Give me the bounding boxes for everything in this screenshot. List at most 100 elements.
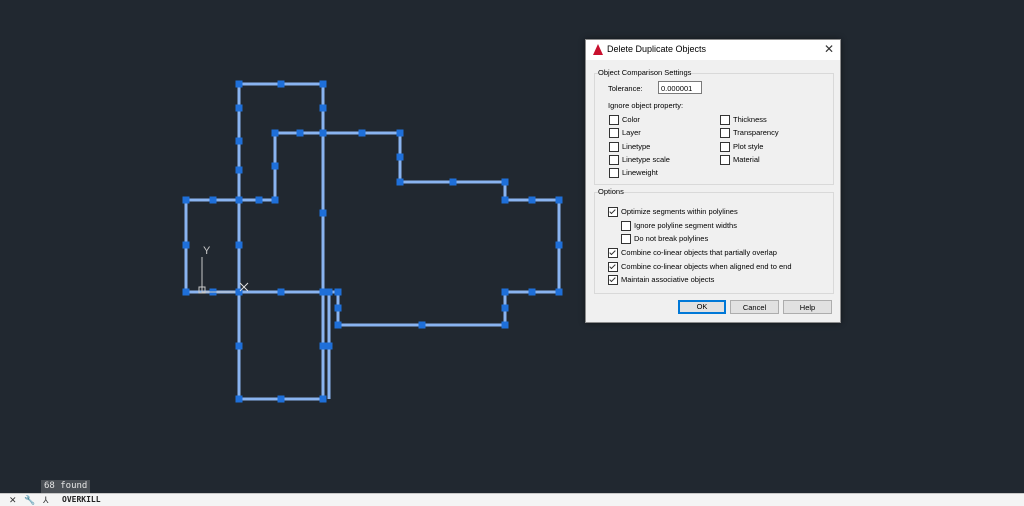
options-label: Options	[598, 187, 624, 196]
grip-point[interactable]	[296, 129, 304, 137]
grip-point[interactable]	[555, 288, 563, 296]
checkbox-label: Ignore polyline segment widths	[634, 221, 737, 230]
grip-point[interactable]	[325, 342, 333, 350]
grip-point[interactable]	[319, 104, 327, 112]
grip-point[interactable]	[334, 304, 342, 312]
checkbox-label: Do not break polylines	[634, 234, 709, 243]
grip-point[interactable]	[334, 321, 342, 329]
autocad-logo-icon	[593, 44, 603, 55]
checkbox-label: Combine co-linear objects when aligned e…	[621, 262, 792, 271]
command-text: OVERKILL	[62, 495, 101, 504]
grip-point[interactable]	[235, 342, 243, 350]
checkbox-label: Linetype scale	[622, 154, 670, 164]
tolerance-label: Tolerance:	[608, 84, 643, 93]
delete-duplicate-objects-dialog: Delete Duplicate Objects ✕ Object Compar…	[585, 39, 841, 323]
grip-point[interactable]	[277, 80, 285, 88]
checkbox-label: Optimize segments within polylines	[621, 207, 738, 216]
grip-point[interactable]	[182, 241, 190, 249]
grip-point[interactable]	[182, 288, 190, 296]
checkbox-label: Lineweight	[622, 168, 658, 178]
comparison-settings-label: Object Comparison Settings	[598, 68, 692, 77]
ucs-icon	[198, 257, 235, 294]
grip-point[interactable]	[396, 129, 404, 137]
checkbox-label: Transparency	[733, 128, 779, 138]
dialog-title: Delete Duplicate Objects	[607, 44, 707, 54]
grip-point[interactable]	[277, 288, 285, 296]
checkbox-box[interactable]	[621, 221, 631, 231]
grip-point[interactable]	[271, 196, 279, 204]
checkbox-box[interactable]	[608, 275, 618, 285]
grip-point[interactable]	[501, 321, 509, 329]
grip-point[interactable]	[396, 153, 404, 161]
grip-point[interactable]	[235, 196, 243, 204]
tolerance-input[interactable]: 0.000001	[658, 81, 702, 94]
checkbox-box[interactable]	[608, 248, 618, 258]
checkbox-box[interactable]	[609, 168, 619, 179]
grip-point[interactable]	[182, 196, 190, 204]
grip-point[interactable]	[449, 178, 457, 186]
checkbox-box[interactable]	[621, 234, 631, 244]
grip-point[interactable]	[325, 288, 333, 296]
command-line[interactable]: ✕ 🔧 ⅄ OVERKILL	[0, 493, 1024, 506]
grip-point[interactable]	[235, 166, 243, 174]
checkbox-label: Plot style	[733, 141, 764, 151]
command-prompt-icon: ⅄	[43, 495, 49, 505]
grip-point[interactable]	[255, 196, 263, 204]
checkbox-box[interactable]	[720, 115, 730, 125]
checkbox-label: Linetype	[622, 141, 651, 151]
checkbox-box[interactable]	[609, 128, 619, 139]
grip-point[interactable]	[501, 304, 509, 312]
grip-point[interactable]	[334, 288, 342, 296]
checkbox-label: Material	[733, 154, 760, 164]
grip-point[interactable]	[235, 395, 243, 403]
grip-point[interactable]	[555, 196, 563, 204]
dialog-titlebar[interactable]: Delete Duplicate Objects ✕	[586, 40, 840, 60]
checkbox-box[interactable]	[608, 262, 618, 272]
grip-point[interactable]	[528, 196, 536, 204]
checkbox-box[interactable]	[609, 154, 619, 165]
checkbox-box[interactable]	[720, 154, 730, 165]
grip-point[interactable]	[418, 321, 426, 329]
grip-point[interactable]	[271, 129, 279, 137]
ok-button[interactable]: OK	[678, 300, 726, 314]
checkbox-label: Color	[622, 115, 640, 124]
checkbox-box[interactable]	[609, 115, 619, 125]
help-button[interactable]: Help	[783, 300, 832, 314]
grip-point[interactable]	[271, 162, 279, 170]
grip-point[interactable]	[319, 288, 327, 296]
grip-point[interactable]	[209, 196, 217, 204]
checkbox-label: Layer	[622, 128, 641, 138]
checkbox-box[interactable]	[720, 128, 730, 139]
grip-point[interactable]	[235, 241, 243, 249]
grip-point[interactable]	[319, 209, 327, 217]
checkbox-box[interactable]	[720, 141, 730, 152]
checkbox-box[interactable]	[609, 141, 619, 152]
grip-point[interactable]	[235, 137, 243, 145]
grip-point[interactable]	[501, 178, 509, 186]
grip-point[interactable]	[235, 104, 243, 112]
grip-point[interactable]	[528, 288, 536, 296]
grip-point[interactable]	[501, 288, 509, 296]
grip-point[interactable]	[319, 342, 327, 350]
checkbox-label: Maintain associative objects	[621, 275, 715, 284]
grip-point[interactable]	[319, 395, 327, 403]
crosshair-cursor	[239, 282, 249, 292]
found-count: 68 found	[41, 480, 91, 493]
checkbox-box[interactable]	[608, 207, 618, 217]
cancel-button[interactable]: Cancel	[730, 300, 779, 314]
grip-point[interactable]	[501, 196, 509, 204]
ignore-property-label: Ignore object property:	[608, 101, 684, 110]
grip-point[interactable]	[319, 80, 327, 88]
grip-point[interactable]	[358, 129, 366, 137]
close-icon[interactable]: ✕	[9, 494, 17, 506]
checkbox-label: Combine co-linear objects that partially…	[621, 248, 777, 257]
drawing-canvas[interactable]: Y	[0, 0, 1024, 505]
close-icon[interactable]: ✕	[824, 42, 834, 56]
checkbox-label: Thickness	[733, 115, 767, 124]
grip-point[interactable]	[235, 80, 243, 88]
grip-point[interactable]	[319, 129, 327, 137]
grip-point[interactable]	[396, 178, 404, 186]
wrench-icon[interactable]: 🔧	[24, 494, 35, 506]
grip-point[interactable]	[277, 395, 285, 403]
grip-point[interactable]	[555, 241, 563, 249]
